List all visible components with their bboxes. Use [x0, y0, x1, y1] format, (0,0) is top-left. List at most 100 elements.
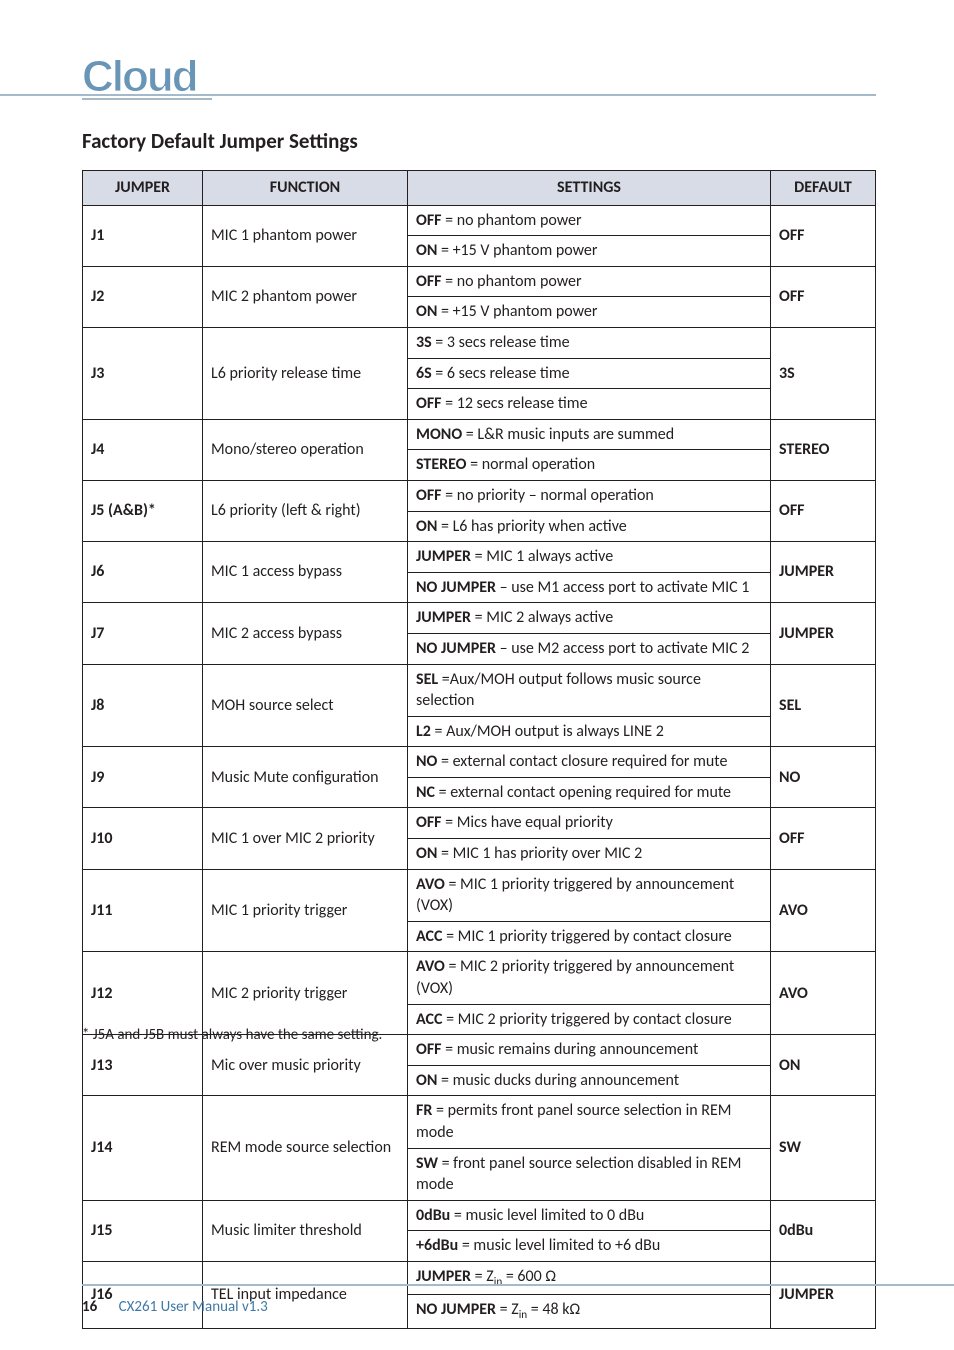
setting-cell: MONO = L&R music inputs are summed [408, 419, 771, 450]
setting-cell: NO = external contact closure required f… [408, 747, 771, 778]
function-cell: MIC 2 phantom power [203, 266, 408, 327]
doc-reference: CX261 User Manual v1.3 [119, 1298, 268, 1316]
setting-cell: 3S = 3 secs release time [408, 327, 771, 358]
default-cell: STEREO [771, 419, 876, 480]
table-row: J5 (A&B)*L6 priority (left & right)OFF =… [83, 480, 876, 511]
jumper-cell: J1 [83, 205, 203, 266]
footer-divider [82, 1284, 954, 1286]
table-row: J6MIC 1 access bypassJUMPER = MIC 1 alwa… [83, 542, 876, 573]
setting-cell: JUMPER = MIC 1 always active [408, 542, 771, 573]
setting-cell: OFF = no priority – normal operation [408, 480, 771, 511]
footer: 16 CX261 User Manual v1.3 [82, 1298, 268, 1316]
table-row: J3L6 priority release time3S = 3 secs re… [83, 327, 876, 358]
jumper-cell: J7 [83, 603, 203, 664]
setting-cell: ON = +15 V phantom power [408, 236, 771, 267]
setting-cell: ON = MIC 1 has priority over MIC 2 [408, 839, 771, 870]
setting-cell: AVO = MIC 1 priority triggered by announ… [408, 869, 771, 921]
table-row: J16TEL input impedanceJUMPER = Zin = 600… [83, 1261, 876, 1294]
function-cell: Music Mute configuration [203, 747, 408, 808]
function-cell: MIC 1 access bypass [203, 542, 408, 603]
setting-cell: 0dBu = music level limited to 0 dBu [408, 1200, 771, 1231]
default-cell: JUMPER [771, 1261, 876, 1328]
function-cell: MIC 2 priority trigger [203, 952, 408, 1035]
table-row: J14REM mode source selectionFR = permits… [83, 1096, 876, 1148]
setting-cell: OFF = Mics have equal priority [408, 808, 771, 839]
setting-cell: ON = L6 has priority when active [408, 511, 771, 542]
function-cell: MOH source select [203, 664, 408, 747]
setting-cell: SEL =Aux/MOH output follows music source… [408, 664, 771, 716]
default-cell: JUMPER [771, 542, 876, 603]
default-cell: SW [771, 1096, 876, 1200]
jumper-cell: J9 [83, 747, 203, 808]
setting-cell: OFF = no phantom power [408, 205, 771, 236]
function-cell: MIC 1 phantom power [203, 205, 408, 266]
table-row: J9Music Mute configurationNO = external … [83, 747, 876, 778]
function-cell: MIC 1 over MIC 2 priority [203, 808, 408, 869]
function-cell: TEL input impedance [203, 1261, 408, 1328]
function-cell: MIC 1 priority trigger [203, 869, 408, 952]
table-row: J7MIC 2 access bypassJUMPER = MIC 2 alwa… [83, 603, 876, 634]
col-jumper: JUMPER [83, 171, 203, 206]
default-cell: OFF [771, 480, 876, 541]
jumper-cell: J2 [83, 266, 203, 327]
page-number: 16 [82, 1298, 97, 1316]
table-footnote: * J5A and J5B must always have the same … [82, 1026, 382, 1044]
jumper-cell: J8 [83, 664, 203, 747]
jumper-settings-table: JUMPER FUNCTION SETTINGS DEFAULT J1MIC 1… [82, 170, 876, 1329]
table-row: J11MIC 1 priority triggerAVO = MIC 1 pri… [83, 869, 876, 921]
table-row: J10MIC 1 over MIC 2 priorityOFF = Mics h… [83, 808, 876, 839]
setting-cell: ACC = MIC 1 priority triggered by contac… [408, 921, 771, 952]
jumper-cell: J15 [83, 1200, 203, 1261]
setting-cell: FR = permits front panel source selectio… [408, 1096, 771, 1148]
setting-cell: NO JUMPER – use M2 access port to activa… [408, 633, 771, 664]
default-cell: AVO [771, 869, 876, 952]
setting-cell: ON = +15 V phantom power [408, 297, 771, 328]
jumper-cell: J5 (A&B)* [83, 480, 203, 541]
function-cell: Mono/stereo operation [203, 419, 408, 480]
logo-underline [82, 98, 212, 100]
setting-cell: +6dBu = music level limited to +6 dBu [408, 1231, 771, 1262]
default-cell: OFF [771, 266, 876, 327]
setting-cell: NC = external contact opening required f… [408, 777, 771, 808]
table-header-row: JUMPER FUNCTION SETTINGS DEFAULT [83, 171, 876, 206]
setting-cell: AVO = MIC 2 priority triggered by announ… [408, 952, 771, 1004]
jumper-settings-table-wrap: JUMPER FUNCTION SETTINGS DEFAULT J1MIC 1… [82, 170, 876, 1329]
function-cell: Music limiter threshold [203, 1200, 408, 1261]
default-cell: 3S [771, 327, 876, 419]
table-row: J4Mono/stereo operationMONO = L&R music … [83, 419, 876, 450]
jumper-cell: J10 [83, 808, 203, 869]
setting-cell: NO JUMPER – use M1 access port to activa… [408, 572, 771, 603]
jumper-cell: J16 [83, 1261, 203, 1328]
table-row: J2MIC 2 phantom powerOFF = no phantom po… [83, 266, 876, 297]
function-cell: L6 priority (left & right) [203, 480, 408, 541]
setting-cell: L2 = Aux/MOH output is always LINE 2 [408, 716, 771, 747]
col-function: FUNCTION [203, 171, 408, 206]
setting-cell: STEREO = normal operation [408, 450, 771, 481]
function-cell: REM mode source selection [203, 1096, 408, 1200]
jumper-cell: J14 [83, 1096, 203, 1200]
default-cell: NO [771, 747, 876, 808]
setting-cell: OFF = no phantom power [408, 266, 771, 297]
function-cell: MIC 2 access bypass [203, 603, 408, 664]
default-cell: ON [771, 1035, 876, 1096]
setting-cell: JUMPER = Zin = 600 Ω [408, 1261, 771, 1294]
function-cell: L6 priority release time [203, 327, 408, 419]
default-cell: OFF [771, 808, 876, 869]
setting-cell: OFF = music remains during announcement [408, 1035, 771, 1066]
setting-cell: NO JUMPER = Zin = 48 kΩ [408, 1295, 771, 1328]
setting-cell: SW = front panel source selection disabl… [408, 1148, 771, 1200]
jumper-cell: J3 [83, 327, 203, 419]
jumper-cell: J11 [83, 869, 203, 952]
default-cell: AVO [771, 952, 876, 1035]
table-row: J12MIC 2 priority triggerAVO = MIC 2 pri… [83, 952, 876, 1004]
brand-logo: Cloud [82, 52, 197, 102]
setting-cell: JUMPER = MIC 2 always active [408, 603, 771, 634]
default-cell: JUMPER [771, 603, 876, 664]
page-title: Factory Default Jumper Settings [82, 128, 358, 154]
jumper-cell: J6 [83, 542, 203, 603]
default-cell: OFF [771, 205, 876, 266]
col-default: DEFAULT [771, 171, 876, 206]
default-cell: 0dBu [771, 1200, 876, 1261]
table-row: J8MOH source selectSEL =Aux/MOH output f… [83, 664, 876, 716]
jumper-cell: J12 [83, 952, 203, 1035]
